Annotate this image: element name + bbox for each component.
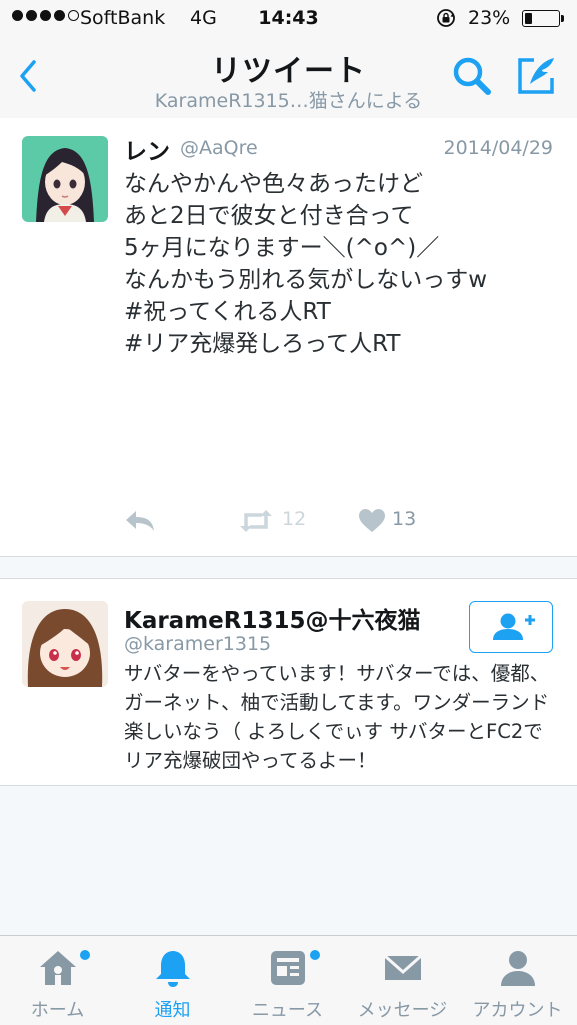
search-icon[interactable]	[450, 54, 494, 98]
tweet-hashtag-line[interactable]: #祝ってくれる人RT	[124, 296, 564, 328]
tab-notifications[interactable]: 通知	[115, 936, 230, 1025]
user-bio: サバターをやっています！サバターでは、優都、ガーネット、柚で活動してます。ワンダ…	[124, 662, 550, 772]
tweet-date: 2014/04/29	[443, 137, 553, 159]
tab-notifications-label: 通知	[154, 1000, 191, 1021]
tweet-actions: 12 13	[124, 506, 544, 538]
user-card[interactable]: KarameR1315@十六夜猫 @karamer1315 サバターをやっていま…	[0, 578, 577, 786]
user-avatar[interactable]	[22, 601, 108, 687]
retweet-icon[interactable]	[238, 508, 274, 534]
tab-messages[interactable]: メッセージ	[345, 936, 460, 1025]
home-icon	[40, 951, 76, 985]
follow-button[interactable]	[469, 601, 553, 653]
status-bar: SoftBank 4G 14:43 23%	[0, 0, 577, 38]
tweet-hashtag-line[interactable]: #リア充爆発しろって人RT	[124, 328, 564, 360]
tab-home-label: ホーム	[30, 1000, 85, 1021]
like-count: 13	[392, 508, 417, 530]
tweet-line: なんやかんや色々あったけど	[124, 171, 423, 197]
tab-messages-label: メッセージ	[357, 1000, 448, 1021]
tab-account[interactable]: アカウント	[460, 936, 575, 1025]
user-display-name[interactable]: KarameR1315@十六夜猫	[124, 601, 421, 635]
compose-icon[interactable]	[514, 54, 560, 98]
tab-home[interactable]: ホーム	[0, 936, 115, 1025]
news-badge-dot	[310, 950, 320, 960]
battery-icon	[522, 10, 560, 27]
rotation-lock-icon	[437, 9, 455, 27]
tweet-line: なんかもう別れる気がしないっすw	[124, 267, 488, 293]
tab-bar: ホーム 通知 ニュース メッセージ アカウント	[0, 935, 577, 1025]
tab-account-label: アカウント	[472, 1000, 563, 1021]
person-icon	[501, 951, 535, 986]
tweet-text: なんやかんや色々あったけど あと2日で彼女と付き合って 5ヶ月になりますー＼(^…	[124, 168, 564, 360]
tab-news-label: ニュース	[251, 1000, 324, 1021]
envelope-icon	[384, 954, 422, 980]
bell-icon	[156, 951, 190, 987]
tweet-line: 5ヶ月になりますー＼(^o^)／	[124, 235, 440, 261]
tweet-author-handle[interactable]: @AaQre	[180, 137, 258, 159]
tweet-author-name[interactable]: レン	[124, 132, 170, 166]
tweet-avatar[interactable]	[22, 136, 108, 222]
news-icon	[271, 951, 305, 985]
retweet-count: 12	[282, 508, 307, 530]
tab-news[interactable]: ニュース	[230, 936, 345, 1025]
heart-icon[interactable]	[358, 508, 386, 534]
navigation-bar: リツイート KarameR1315…猫さんによる	[0, 38, 577, 119]
battery-percentage: 23%	[468, 7, 511, 29]
reply-icon[interactable]	[124, 508, 156, 534]
tweet-card[interactable]: レン @AaQre 2014/04/29 なんやかんや色々あったけど あと2日で…	[0, 118, 577, 557]
tweet-line: あと2日で彼女と付き合って	[124, 203, 414, 229]
user-handle[interactable]: @karamer1315	[124, 633, 271, 655]
add-user-icon	[493, 613, 535, 640]
home-badge-dot	[80, 950, 90, 960]
